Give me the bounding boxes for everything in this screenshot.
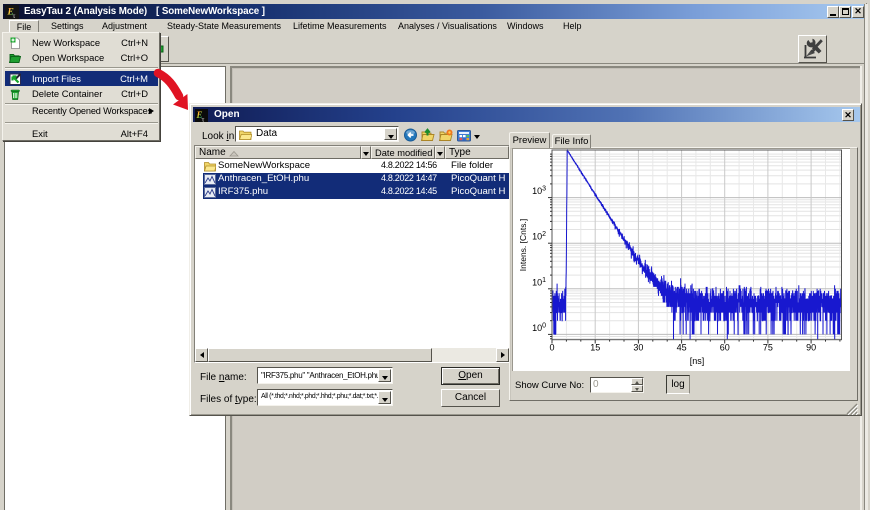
svg-text:103: 103 bbox=[532, 186, 546, 197]
svg-text:75: 75 bbox=[763, 343, 773, 353]
svg-text:102: 102 bbox=[532, 231, 546, 242]
svg-text:100: 100 bbox=[532, 322, 546, 333]
svg-text:101: 101 bbox=[532, 277, 546, 288]
svg-text:τ: τ bbox=[202, 114, 205, 122]
svg-text:30: 30 bbox=[633, 343, 643, 353]
svg-text:60: 60 bbox=[720, 343, 730, 353]
svg-text:90: 90 bbox=[806, 343, 816, 353]
svg-text:[ns]: [ns] bbox=[690, 356, 705, 366]
svg-text:15: 15 bbox=[590, 343, 600, 353]
svg-text:0: 0 bbox=[549, 343, 554, 353]
svg-text:45: 45 bbox=[677, 343, 687, 353]
svg-text:Intens. [Cnts.]: Intens. [Cnts.] bbox=[518, 219, 528, 271]
svg-text:τ: τ bbox=[13, 11, 16, 19]
